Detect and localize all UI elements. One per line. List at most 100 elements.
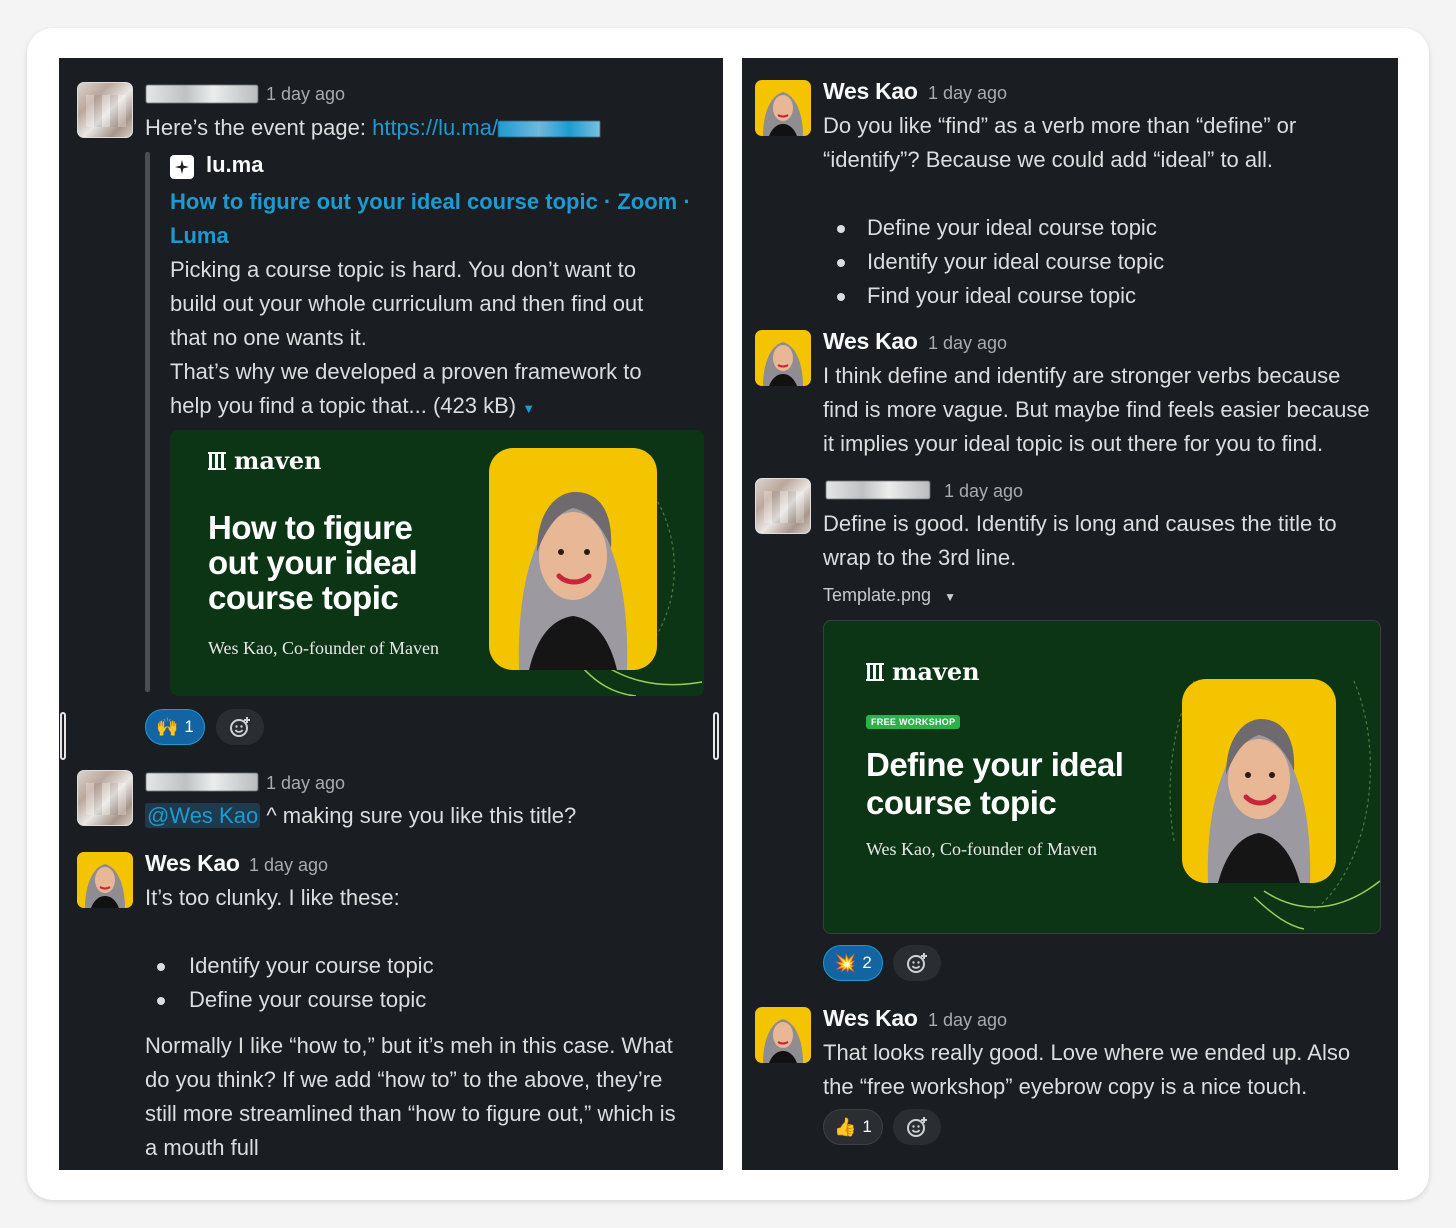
bullet-marker <box>157 963 165 971</box>
unfurl-description-line: that no one wants it. <box>170 325 367 350</box>
unfurl-description-line: Picking a course topic is hard. You don’… <box>170 257 636 282</box>
promo-byline: Wes Kao, Co-founder of Maven <box>866 839 1097 859</box>
list-item: Define your ideal course topic <box>867 215 1157 240</box>
list-item: Find your ideal course topic <box>867 283 1137 308</box>
list-item: Define your course topic <box>189 987 427 1012</box>
message-timestamp[interactable]: 1 day ago <box>266 84 345 105</box>
sender-name[interactable]: Wes Kao <box>823 1005 918 1032</box>
file-attachment-header[interactable]: Template.png ▼ <box>823 585 956 606</box>
message-paragraph-line: still more streamlined than “how to figu… <box>145 1101 676 1126</box>
chat-panel-left: 1 day ago Here’s the event page: https:/… <box>59 58 723 1170</box>
maven-logo: maven <box>208 446 322 475</box>
message-paragraph-line: Normally I like “how to,” but it’s meh i… <box>145 1033 673 1058</box>
message-text: @Wes Kao ^ making sure you like this tit… <box>145 799 576 833</box>
caret-down-icon[interactable]: ▼ <box>522 401 535 416</box>
message-text: Here’s the event page: https://lu.ma/ <box>145 111 601 145</box>
message-paragraph-line: a mouth full <box>145 1135 259 1160</box>
redacted-username <box>826 481 930 499</box>
add-reaction-icon[interactable] <box>893 945 941 981</box>
promo-byline: Wes Kao, Co-founder of Maven <box>208 638 439 658</box>
message-timestamp[interactable]: 1 day ago <box>928 333 1007 354</box>
speaker-photo <box>489 448 657 670</box>
chat-panel-right: Wes Kao 1 day ago Do you like “find” as … <box>742 58 1398 1170</box>
avatar[interactable] <box>77 82 133 138</box>
maven-logo-icon <box>208 451 226 470</box>
bullet-marker <box>837 225 845 233</box>
unfurl-title-line-1[interactable]: How to figure out your ideal course topi… <box>170 185 691 219</box>
list-item: Identify your course topic <box>189 953 434 978</box>
avatar[interactable] <box>755 478 811 534</box>
message-timestamp[interactable]: 1 day ago <box>266 773 345 794</box>
message-text-line: I think define and identify are stronger… <box>823 363 1341 388</box>
message-text-line: That looks really good. Love where we en… <box>823 1040 1351 1065</box>
maven-logo-text: maven <box>234 446 322 475</box>
avatar-wes-kao[interactable] <box>755 1007 811 1063</box>
message-text-prefix: Here’s the event page: <box>145 115 373 140</box>
bullet-marker <box>157 997 165 1005</box>
reaction-count: 2 <box>862 953 872 972</box>
add-reaction-icon[interactable] <box>216 709 264 745</box>
reaction-collision[interactable]: 💥 2 <box>823 945 883 981</box>
reaction-count: 1 <box>184 717 194 736</box>
message-timestamp[interactable]: 1 day ago <box>944 481 1023 502</box>
maven-logo: maven <box>866 657 980 686</box>
bullet-marker <box>837 259 845 267</box>
promo-title-line: Define your ideal <box>866 746 1124 783</box>
resize-handle-right[interactable] <box>713 712 719 760</box>
message-text-line: “identify”? Because we could add “ideal”… <box>823 147 1274 172</box>
avatar-wes-kao[interactable] <box>755 330 811 386</box>
maven-logo-icon <box>866 662 884 681</box>
message-paragraph-line: do you think? If we add “how to” to the … <box>145 1067 663 1092</box>
caret-down-icon[interactable]: ▼ <box>944 590 956 604</box>
add-reaction-icon[interactable] <box>893 1109 941 1145</box>
message-text-line: it implies your ideal topic is out there… <box>823 431 1324 456</box>
message-text-line: Do you like “find” as a verb more than “… <box>823 113 1297 138</box>
reaction-emoji: 👍 <box>834 1116 857 1137</box>
reaction-thumbs-up[interactable]: 👍 1 <box>823 1109 883 1145</box>
file-name[interactable]: Template.png <box>823 585 931 605</box>
promo-title-line: out your ideal <box>208 544 418 581</box>
avatar-wes-kao[interactable] <box>755 80 811 136</box>
unfurl-description-line: help you find a topic that... (423 kB) ▼ <box>170 389 535 426</box>
redacted-username <box>146 773 258 791</box>
unfurl-description-text: help you find a topic that... (423 kB) <box>170 393 517 418</box>
reaction-emoji: 💥 <box>834 952 857 973</box>
redacted-username <box>146 85 258 103</box>
luma-favicon-icon <box>170 155 194 179</box>
message-timestamp[interactable]: 1 day ago <box>928 83 1007 104</box>
avatar-wes-kao[interactable] <box>77 852 133 908</box>
message-timestamp[interactable]: 1 day ago <box>249 855 328 876</box>
message-timestamp[interactable]: 1 day ago <box>928 1010 1007 1031</box>
event-link[interactable]: https://lu.ma/ <box>372 115 498 140</box>
sender-name[interactable]: Wes Kao <box>823 328 918 355</box>
message-text-line: find is more vague. But maybe find feels… <box>823 397 1370 422</box>
reaction-raised-hands[interactable]: 🙌 1 <box>145 709 205 745</box>
speaker-photo <box>1182 679 1336 883</box>
bullet-marker <box>837 293 845 301</box>
message-text-line: Define is good. Identify is long and cau… <box>823 511 1337 536</box>
maven-logo-text: maven <box>892 657 980 686</box>
message-text: It’s too clunky. I like these: <box>145 885 400 910</box>
message-text-line: wrap to the 3rd line. <box>823 545 1017 570</box>
avatar[interactable] <box>77 770 133 826</box>
sender-name[interactable]: Wes Kao <box>145 850 240 877</box>
redacted-link-suffix <box>498 121 601 138</box>
unfurl-description-line: build out your whole curriculum and then… <box>170 291 644 316</box>
event-preview-image[interactable]: maven How to figure out your ideal cours… <box>170 430 704 696</box>
list-item: Identify your ideal course topic <box>867 249 1165 274</box>
free-workshop-badge: FREE WORKSHOP <box>866 715 961 729</box>
unfurl-description-line: That’s why we developed a proven framewo… <box>170 359 642 384</box>
message-text-body: ^ making sure you like this title? <box>260 803 577 828</box>
promo-title-line: How to figure <box>208 509 413 546</box>
reaction-count: 1 <box>862 1117 872 1136</box>
promo-title-line: course topic <box>208 579 399 616</box>
unfurl-site-name: lu.ma <box>206 152 264 177</box>
user-mention[interactable]: @Wes Kao <box>145 803 261 828</box>
resize-handle-left[interactable] <box>60 712 66 760</box>
promo-title-line: course topic <box>866 784 1057 821</box>
unfurl-title-line-2[interactable]: Luma <box>170 219 229 253</box>
sender-name[interactable]: Wes Kao <box>823 78 918 105</box>
unfurl-quote-bar <box>145 152 150 692</box>
template-image[interactable]: maven FREE WORKSHOP Define your ideal co… <box>823 620 1381 934</box>
reaction-emoji: 🙌 <box>156 716 179 737</box>
